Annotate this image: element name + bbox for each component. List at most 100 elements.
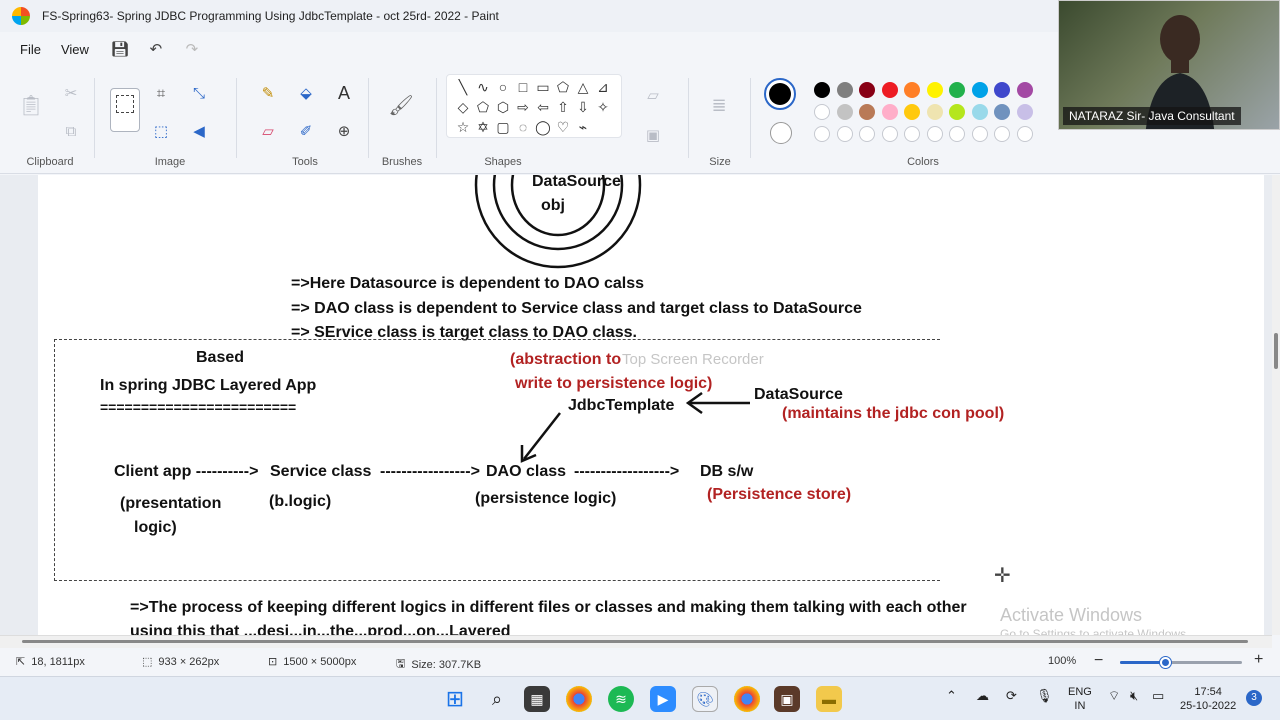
- palette-swatch[interactable]: [904, 82, 920, 98]
- custom-color-slot[interactable]: [926, 126, 943, 142]
- canvas-size-text: 1500 × 5000px: [283, 655, 357, 668]
- onedrive-icon[interactable]: ☁: [976, 689, 989, 703]
- custom-color-slot[interactable]: [949, 126, 965, 142]
- cut-icon[interactable]: ✂: [60, 82, 82, 104]
- palette-swatch[interactable]: [814, 82, 830, 98]
- start-button-icon[interactable]: ⊞: [442, 686, 468, 712]
- drawing-canvas[interactable]: DataSource obj =>Here Datasource is depe…: [38, 175, 1264, 635]
- menu-view[interactable]: View: [53, 38, 97, 61]
- palette-swatch[interactable]: [949, 104, 965, 120]
- file-explorer-icon[interactable]: ▬: [816, 686, 842, 712]
- custom-color-slot[interactable]: [881, 126, 898, 142]
- custom-color-slot[interactable]: [1016, 126, 1033, 142]
- palette-swatch[interactable]: [859, 104, 875, 120]
- colors-label: Colors: [907, 156, 939, 168]
- taskbar: ⊞ ⌕ ▦ ≋ ▶ 🎨︎ ▣ ▬ ⌃ ☁ ⟳ 🎙︎ ENG IN ⌔ 🔇︎ ▭ …: [0, 676, 1280, 720]
- canvas-size: ⊡ 1500 × 5000px: [268, 655, 357, 669]
- palette-swatch[interactable]: [926, 82, 943, 98]
- cursor-icon: ⇱: [16, 656, 26, 668]
- hscroll-thumb[interactable]: [22, 640, 1248, 643]
- select-tool-button[interactable]: [110, 88, 140, 132]
- image-label: Image: [154, 156, 186, 168]
- color-picker-icon[interactable]: ✐: [295, 120, 317, 142]
- mic-icon[interactable]: 🎙︎: [1036, 689, 1053, 703]
- sync-icon[interactable]: ⟳: [1006, 689, 1017, 703]
- palette-swatch[interactable]: [926, 104, 943, 120]
- volume-icon[interactable]: 🔇︎: [1130, 689, 1138, 703]
- app-icon[interactable]: ▣: [774, 686, 800, 712]
- rotate-icon[interactable]: ◀: [188, 120, 210, 142]
- custom-color-slot[interactable]: [836, 126, 853, 142]
- eraser-icon[interactable]: ▱: [257, 120, 279, 142]
- activate-windows-watermark: Activate Windows: [1000, 605, 1143, 625]
- paste-icon[interactable]: 📋︎: [18, 94, 43, 117]
- primary-color-ring[interactable]: [764, 78, 796, 110]
- zoom-thumb[interactable]: [1160, 657, 1172, 668]
- custom-color-slot[interactable]: [859, 126, 875, 142]
- save-icon[interactable]: 💾︎: [107, 36, 133, 62]
- language-indicator[interactable]: ENG IN: [1068, 685, 1092, 713]
- outline-icon[interactable]: ▱: [642, 84, 664, 106]
- primary-color: [769, 83, 791, 105]
- clock[interactable]: 17:54 25-10-2022: [1180, 685, 1236, 713]
- chrome-profile-icon[interactable]: [734, 686, 760, 712]
- diagram-arrows: [520, 391, 750, 463]
- custom-color-slot[interactable]: [971, 126, 988, 142]
- palette-swatch[interactable]: [904, 104, 920, 120]
- notification-badge[interactable]: 3: [1246, 690, 1262, 706]
- fill-icon[interactable]: ⬙: [295, 82, 317, 104]
- palette-swatch[interactable]: [994, 104, 1010, 120]
- zoom-percent[interactable]: 100%: [1048, 655, 1076, 667]
- menu-bar: File View 💾︎ ↶ ↷: [0, 32, 1060, 66]
- zoom-app-icon[interactable]: ▶: [650, 686, 676, 712]
- menu-file[interactable]: File: [12, 38, 49, 61]
- secondary-color[interactable]: [770, 122, 792, 144]
- palette-swatch[interactable]: [994, 82, 1010, 98]
- shape-fill-icon[interactable]: ▣: [642, 124, 664, 146]
- search-icon[interactable]: ⌕: [484, 686, 510, 712]
- crop-icon[interactable]: ⌗: [150, 82, 172, 104]
- undo-icon[interactable]: ↶: [143, 36, 169, 62]
- bottom-note-line: =>The process of keeping different logic…: [130, 599, 967, 616]
- palette-swatch[interactable]: [859, 82, 875, 98]
- horizontal-scrollbar[interactable]: [0, 635, 1272, 648]
- chrome-icon[interactable]: [566, 686, 592, 712]
- flow-service-class: Service class: [270, 463, 372, 480]
- magnifier-icon[interactable]: ⊕: [333, 120, 355, 142]
- zoom-in-icon[interactable]: +: [1254, 651, 1263, 669]
- palette-swatch[interactable]: [971, 82, 988, 98]
- bottom-note-line-cut: using this that ...desi...in...the...pro…: [130, 623, 511, 635]
- vertical-scrollbar[interactable]: [1272, 175, 1280, 635]
- palette-swatch[interactable]: [1016, 82, 1033, 98]
- zoom-slider[interactable]: [1120, 657, 1242, 668]
- spotify-icon[interactable]: ≋: [608, 686, 634, 712]
- brush-icon[interactable]: 🖌︎: [388, 94, 413, 117]
- task-view-icon[interactable]: ▦: [524, 686, 550, 712]
- status-bar: ⇱ 18, 1811px ⬚ 933 × 262px ⊡ 1500 × 5000px …: [0, 648, 1280, 676]
- palette-swatch[interactable]: [971, 104, 988, 120]
- palette-swatch[interactable]: [836, 82, 853, 98]
- custom-color-slot[interactable]: [994, 126, 1010, 142]
- battery-icon[interactable]: ▭: [1152, 689, 1164, 703]
- paint-taskbar-icon[interactable]: 🎨︎: [692, 686, 718, 712]
- pencil-icon[interactable]: ✎: [257, 82, 279, 104]
- scrollbar-thumb[interactable]: [1274, 333, 1278, 369]
- custom-color-slot[interactable]: [814, 126, 830, 142]
- palette-swatch[interactable]: [881, 82, 898, 98]
- palette-swatch[interactable]: [1016, 104, 1033, 120]
- redo-icon[interactable]: ↷: [179, 36, 205, 62]
- size-icon[interactable]: ≣: [708, 94, 730, 116]
- copy-icon[interactable]: ⧉: [60, 120, 82, 142]
- text-icon[interactable]: A: [333, 82, 355, 104]
- zoom-out-icon[interactable]: −: [1094, 652, 1103, 670]
- tray-chevron-icon[interactable]: ⌃: [946, 689, 957, 703]
- palette-swatch[interactable]: [814, 104, 830, 120]
- palette-swatch[interactable]: [949, 82, 965, 98]
- clock-date: 25-10-2022: [1180, 700, 1237, 712]
- palette-swatch[interactable]: [836, 104, 853, 120]
- custom-color-slot[interactable]: [904, 126, 920, 142]
- wifi-icon[interactable]: ⌔: [1108, 689, 1120, 703]
- resize-icon[interactable]: ⤡: [188, 82, 210, 104]
- palette-swatch[interactable]: [881, 104, 898, 120]
- image-select-icon[interactable]: ⬚: [150, 120, 172, 142]
